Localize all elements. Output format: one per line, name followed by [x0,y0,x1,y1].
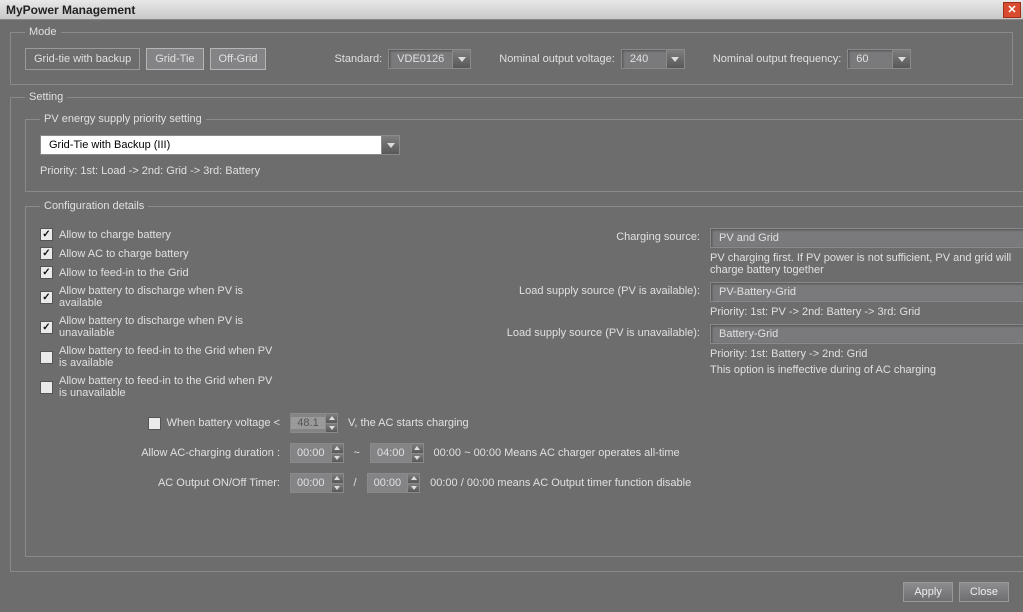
check-label: Allow battery to discharge when PV is av… [59,285,280,309]
config-fieldset: Configuration details Charging source: P… [25,200,1023,557]
ac-output-desc: 00:00 / 00:00 means AC Output timer func… [430,477,691,489]
check-when-battery-voltage[interactable] [148,417,161,430]
spinner-down-icon[interactable] [331,483,343,493]
spinner-down-icon[interactable] [407,483,419,493]
config-legend: Configuration details [40,200,148,212]
freq-value: 60 [848,53,892,65]
spinner-up-icon[interactable] [325,414,337,423]
ac-charging-sep: ~ [354,447,360,459]
spinner-up-icon[interactable] [411,444,423,453]
ac-charging-desc: 00:00 ~ 00:00 Means AC charger operates … [434,447,680,459]
setting-fieldset: Setting PV energy supply priority settin… [10,91,1023,572]
check-allow-batt-feedin-pv-avail[interactable] [40,351,53,364]
check-allow-charge-battery[interactable] [40,228,53,241]
setting-legend: Setting [25,91,67,103]
spinner-up-icon[interactable] [331,444,343,453]
check-allow-batt-feedin-pv-unavail[interactable] [40,381,53,394]
spinner-down-icon[interactable] [411,453,423,463]
chevron-down-icon [381,136,399,154]
freq-dropdown[interactable]: 60 [847,49,911,69]
ac-output-to-spinner[interactable]: 00:00 [367,473,421,493]
spinner-up-icon[interactable] [331,474,343,483]
content: Mode Grid-tie with backup Grid-Tie Off-G… [0,20,1023,612]
load-pv-avail-dropdown[interactable]: PV-Battery-Grid [710,282,1023,302]
batt-voltage-label: When battery voltage < [167,417,280,429]
ac-output-to-value: 00:00 [368,477,408,489]
load-pv-unavail-value: Battery-Grid [711,328,1023,340]
close-button[interactable]: Close [959,582,1009,602]
ac-output-from-value: 00:00 [291,477,331,489]
load-pv-avail-label: Load supply source (PV is available): [280,282,710,297]
check-label: Allow battery to feed-in to the Grid whe… [59,345,280,369]
pv-priority-value: Grid-Tie with Backup (III) [41,139,381,151]
standard-value: VDE0126 [389,53,452,65]
voltage-value: 240 [622,53,666,65]
ac-charging-from-value: 00:00 [291,447,331,459]
standard-label: Standard: [334,53,382,65]
mode-legend: Mode [25,26,61,38]
check-allow-ac-charge[interactable] [40,247,53,260]
load-pv-avail-value: PV-Battery-Grid [711,286,1023,298]
voltage-dropdown[interactable]: 240 [621,49,685,69]
titlebar: MyPower Management ✕ [0,0,1023,20]
window-title: MyPower Management [2,3,1003,17]
ac-charging-label: Allow AC-charging duration : [141,447,280,459]
mode-gridtie-backup-button[interactable]: Grid-tie with backup [25,48,140,70]
check-label: Allow to feed-in to the Grid [59,267,189,279]
load-pv-unavail-dropdown[interactable]: Battery-Grid [710,324,1023,344]
chevron-down-icon [452,50,470,68]
check-label: Allow to charge battery [59,229,171,241]
chevron-down-icon [892,50,910,68]
spinner-down-icon[interactable] [331,453,343,463]
batt-voltage-suffix: V, the AC starts charging [348,417,469,429]
apply-button[interactable]: Apply [903,582,953,602]
check-label: Allow battery to feed-in to the Grid whe… [59,375,280,399]
voltage-label: Nominal output voltage: [499,53,615,65]
window: MyPower Management ✕ Mode Grid-tie with … [0,0,1023,612]
mode-fieldset: Mode Grid-tie with backup Grid-Tie Off-G… [10,26,1013,85]
batt-voltage-spinner[interactable]: 48.1 [290,413,338,433]
load-pv-avail-desc: Priority: 1st: PV -> 2nd: Battery -> 3rd… [710,306,1023,318]
batt-voltage-value: 48.1 [291,417,325,429]
check-label: Allow AC to charge battery [59,248,189,260]
config-checklist: Allow to charge battery Allow AC to char… [40,228,280,399]
freq-label: Nominal output frequency: [713,53,841,65]
footer-buttons: Apply Close [10,578,1013,602]
load-pv-unavail-desc1: Priority: 1st: Battery -> 2nd: Grid [710,348,1023,360]
check-allow-feedin-grid[interactable] [40,266,53,279]
ac-charging-from-spinner[interactable]: 00:00 [290,443,344,463]
mode-offgrid-button[interactable]: Off-Grid [210,48,267,70]
charging-source-dropdown[interactable]: PV and Grid [710,228,1023,248]
close-icon[interactable]: ✕ [1003,2,1021,18]
check-label: Allow battery to discharge when PV is un… [59,315,280,339]
chevron-down-icon [666,50,684,68]
charging-source-desc: PV charging first. If PV power is not su… [710,252,1023,276]
pv-priority-legend: PV energy supply priority setting [40,113,206,125]
check-allow-batt-discharge-pv-unavail[interactable] [40,321,53,334]
ac-output-sep: / [354,477,357,489]
ac-charging-to-value: 04:00 [371,447,411,459]
ac-charging-to-spinner[interactable]: 04:00 [370,443,424,463]
spinner-up-icon[interactable] [407,474,419,483]
ac-output-label: AC Output ON/Off Timer: [158,477,280,489]
ac-output-from-spinner[interactable]: 00:00 [290,473,344,493]
load-pv-unavail-label: Load supply source (PV is unavailable): [280,324,710,339]
standard-dropdown[interactable]: VDE0126 [388,49,471,69]
pv-priority-dropdown[interactable]: Grid-Tie with Backup (III) [40,135,400,155]
mode-button-group: Grid-tie with backup Grid-Tie Off-Grid [25,48,266,70]
charging-source-value: PV and Grid [711,232,1023,244]
charging-source-label: Charging source: [280,228,710,243]
check-allow-batt-discharge-pv-avail[interactable] [40,291,53,304]
mode-gridtie-button[interactable]: Grid-Tie [146,48,203,70]
pv-priority-text: Priority: 1st: Load -> 2nd: Grid -> 3rd:… [40,165,1023,177]
pv-priority-fieldset: PV energy supply priority setting Grid-T… [25,113,1023,192]
spinner-down-icon[interactable] [325,423,337,433]
load-pv-unavail-desc2: This option is ineffective during of AC … [710,364,1023,376]
